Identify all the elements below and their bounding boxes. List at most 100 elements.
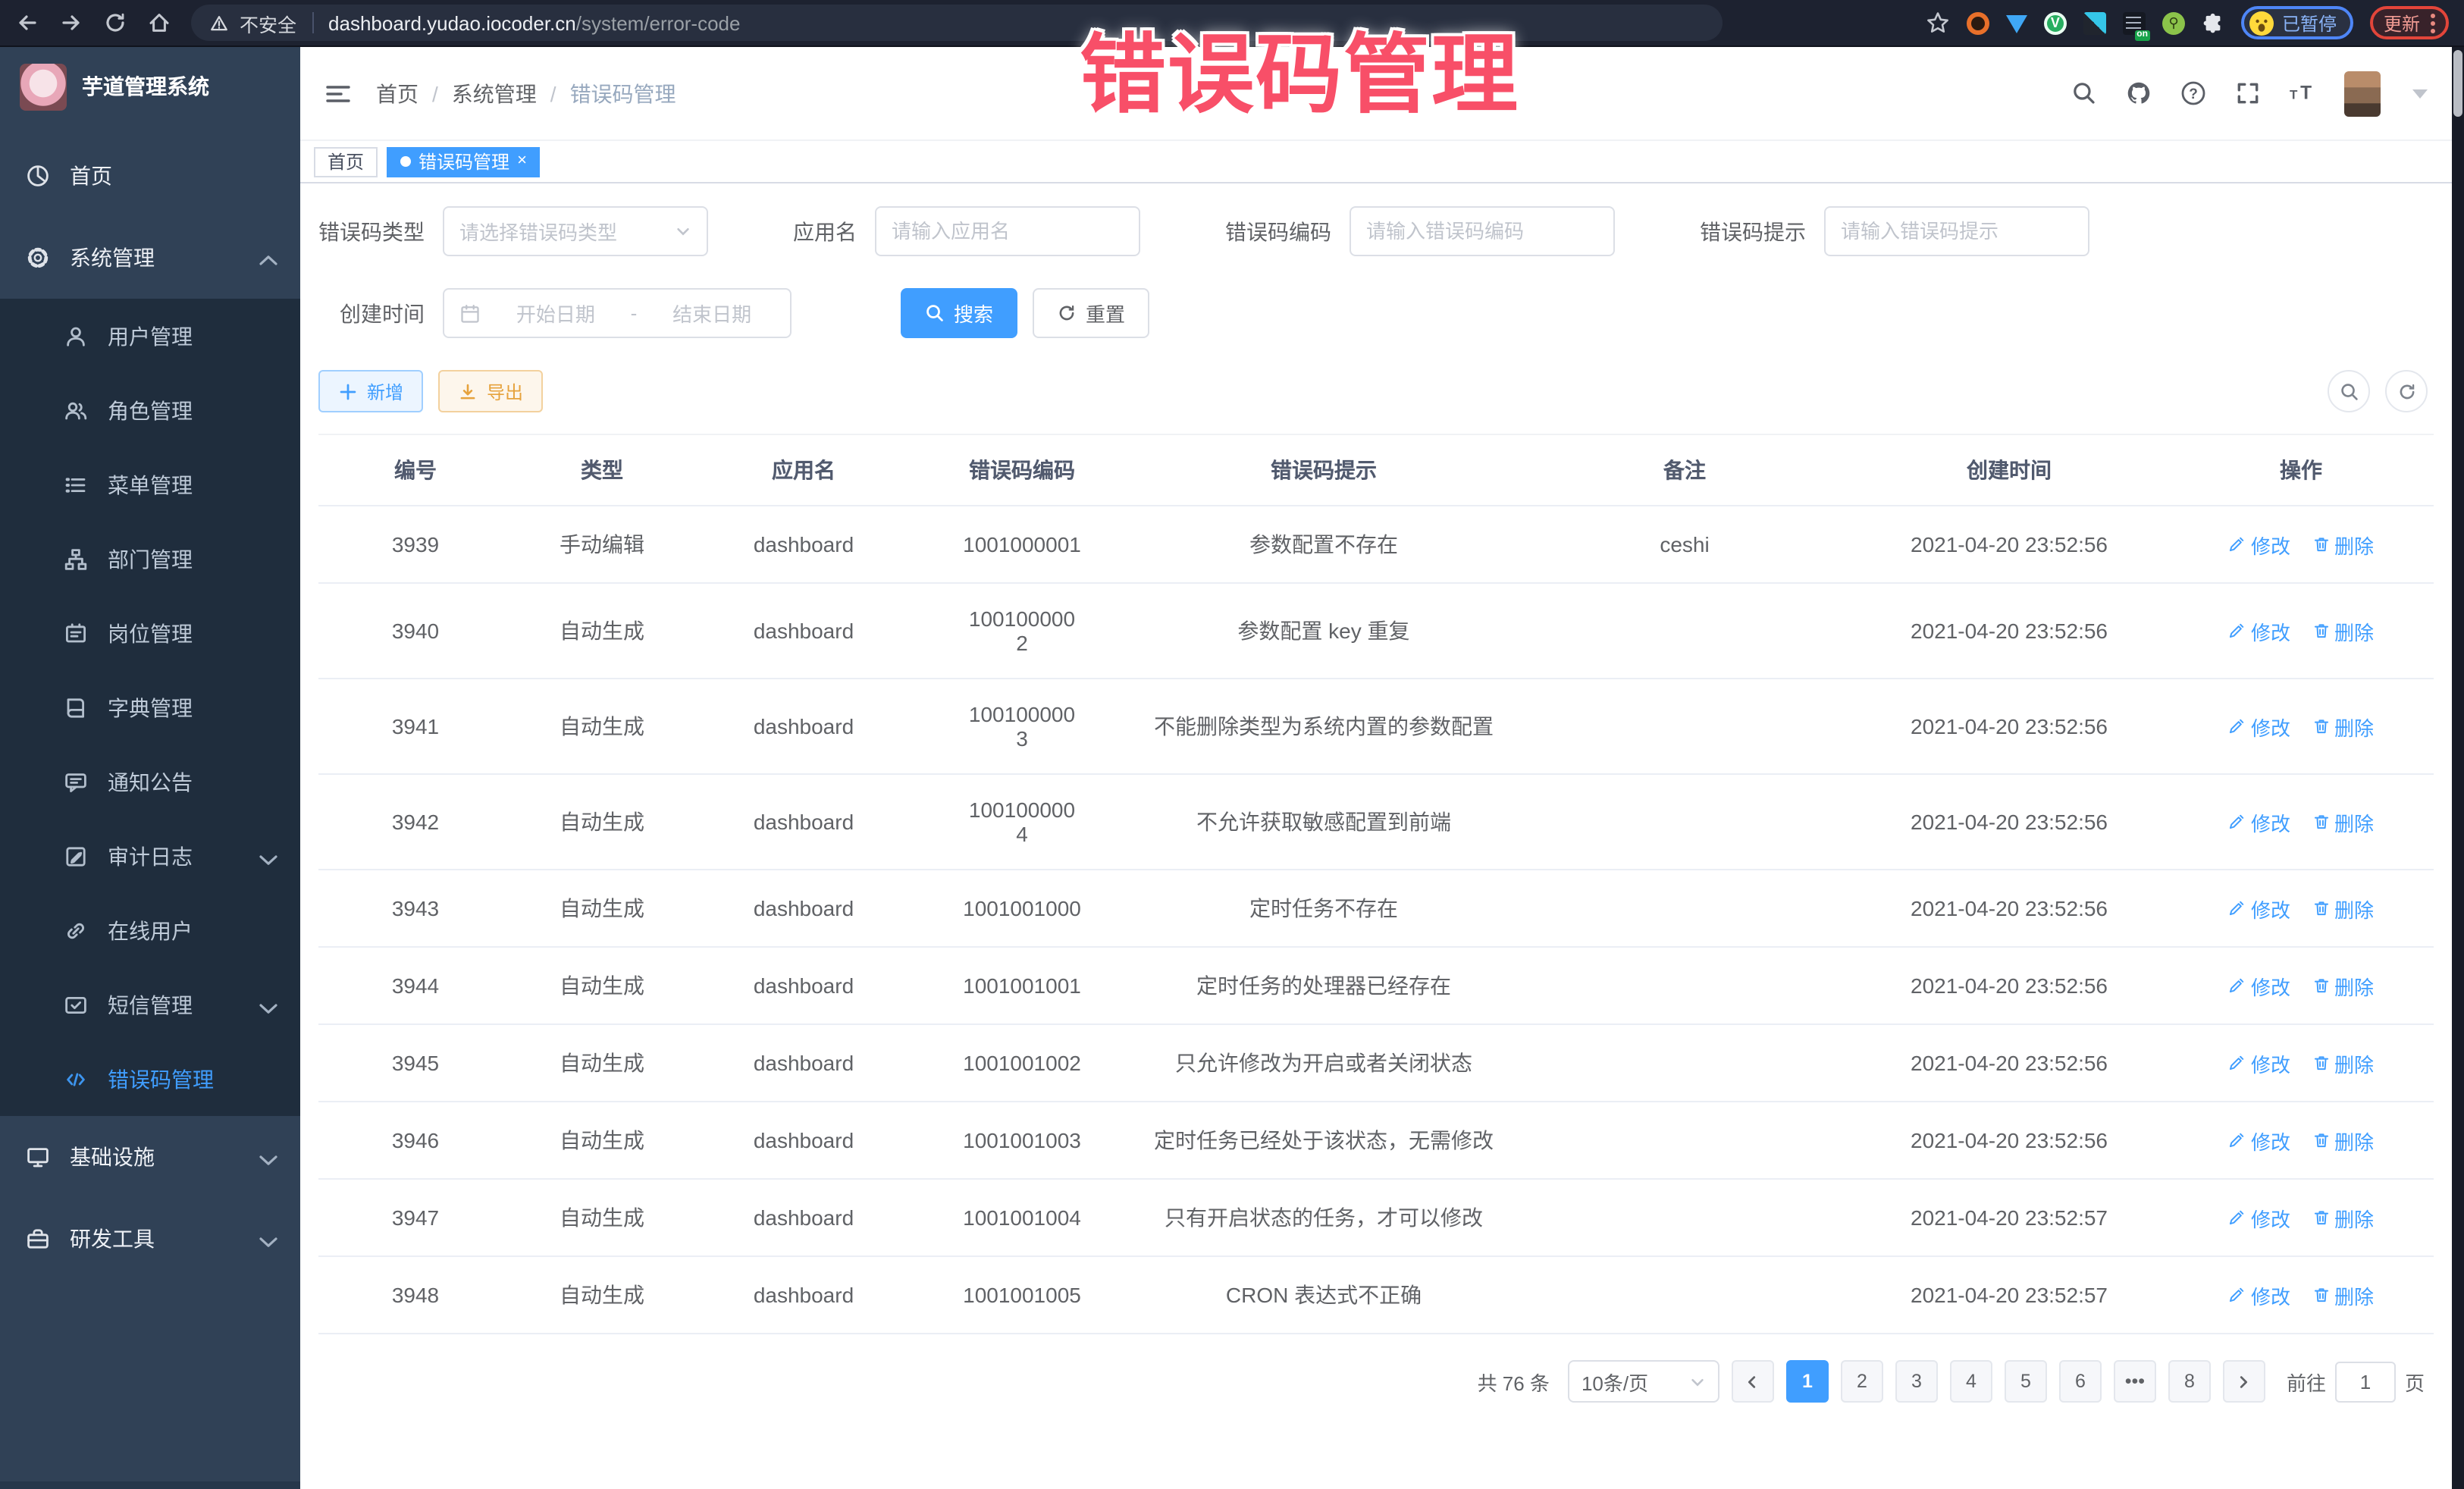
refresh-table-button[interactable] — [2385, 370, 2428, 412]
sidebar-item-用户管理[interactable]: 用户管理 — [0, 299, 300, 373]
sidebar-item-系统管理[interactable]: 系统管理 — [0, 217, 300, 299]
edit-row-link[interactable]: 修改 — [2228, 1203, 2290, 1232]
reload-icon[interactable] — [103, 11, 127, 35]
avatar-caret-icon[interactable] — [2412, 89, 2428, 98]
sidebar-item-研发工具[interactable]: 研发工具 — [0, 1198, 300, 1280]
fullscreen-icon[interactable] — [2235, 80, 2261, 106]
user-avatar[interactable] — [2344, 71, 2381, 116]
error-hint-input[interactable] — [1826, 208, 2088, 255]
edit-row-link[interactable]: 修改 — [2228, 1049, 2290, 1077]
sidebar-item-错误码管理[interactable]: 错误码管理 — [0, 1042, 300, 1116]
extension-orange-icon[interactable] — [1967, 11, 1989, 34]
breadcrumb-item-首页[interactable]: 首页 — [376, 78, 419, 108]
delete-row-link[interactable]: 删除 — [2312, 1203, 2374, 1232]
page-button-8[interactable]: 8 — [2168, 1360, 2211, 1403]
forward-icon[interactable] — [59, 11, 83, 35]
prev-page-button[interactable] — [1732, 1360, 1774, 1403]
sidebar-item-label: 部门管理 — [108, 544, 193, 574]
page-button-1[interactable]: 1 — [1786, 1360, 1829, 1403]
browser-menu-icon[interactable] — [2431, 13, 2435, 33]
sidebar-scrollbar[interactable] — [0, 1481, 300, 1489]
page-button-5[interactable]: 5 — [2005, 1360, 2047, 1403]
show-search-toggle-button[interactable] — [2328, 370, 2370, 412]
sidebar-item-在线用户[interactable]: 在线用户 — [0, 893, 300, 967]
delete-row-link[interactable]: 删除 — [2312, 1049, 2374, 1077]
cell-code: 1001001003 — [916, 1102, 1128, 1179]
next-page-button[interactable] — [2223, 1360, 2265, 1403]
delete-row-link[interactable]: 删除 — [2312, 1126, 2374, 1155]
error-code-input[interactable] — [1351, 208, 1613, 255]
date-range-picker[interactable]: 开始日期 - 结束日期 — [443, 288, 792, 338]
sidebar-item-部门管理[interactable]: 部门管理 — [0, 522, 300, 596]
delete-row-link[interactable]: 删除 — [2312, 807, 2374, 836]
add-button[interactable]: 新增 — [318, 370, 423, 412]
edit-row-link[interactable]: 修改 — [2228, 971, 2290, 1000]
end-date-placeholder[interactable]: 结束日期 — [649, 299, 775, 328]
export-button[interactable]: 导出 — [438, 370, 543, 412]
app-name-input[interactable] — [876, 208, 1139, 255]
delete-row-link[interactable]: 删除 — [2312, 894, 2374, 923]
page-button-3[interactable]: 3 — [1895, 1360, 1938, 1403]
cell-msg: 定时任务不存在 — [1128, 870, 1519, 947]
sidebar-logo-row[interactable]: 芋道管理系统 — [0, 47, 300, 126]
edit-row-link[interactable]: 修改 — [2228, 1126, 2290, 1155]
extension-gem-icon[interactable] — [2006, 15, 2027, 33]
font-size-icon[interactable]: TT — [2290, 80, 2315, 106]
search-icon[interactable] — [2071, 80, 2097, 106]
scrollbar-thumb[interactable] — [2453, 50, 2462, 117]
error-type-select[interactable]: 请选择错误码类型 — [443, 206, 708, 256]
edit-row-link[interactable]: 修改 — [2228, 894, 2290, 923]
edit-row-link[interactable]: 修改 — [2228, 807, 2290, 836]
edit-row-link[interactable]: 修改 — [2228, 1281, 2290, 1309]
reset-button[interactable]: 重置 — [1033, 288, 1149, 338]
cell-code: 1001001001 — [916, 947, 1128, 1024]
extension-list-icon[interactable]: on — [2123, 11, 2146, 34]
extensions-puzzle-icon[interactable] — [2202, 11, 2224, 34]
pager-more-button[interactable]: ••• — [2114, 1360, 2156, 1403]
delete-row-link[interactable]: 删除 — [2312, 530, 2374, 559]
date-range-separator: - — [631, 302, 638, 324]
delete-row-link[interactable]: 删除 — [2312, 712, 2374, 741]
sidebar-item-通知公告[interactable]: 通知公告 — [0, 744, 300, 819]
start-date-placeholder[interactable]: 开始日期 — [493, 299, 619, 328]
tag-首页[interactable]: 首页 — [314, 146, 378, 177]
sidebar-item-角色管理[interactable]: 角色管理 — [0, 373, 300, 447]
delete-row-link[interactable]: 删除 — [2312, 971, 2374, 1000]
page-button-2[interactable]: 2 — [1841, 1360, 1883, 1403]
browser-update-button[interactable]: 更新 — [2370, 6, 2449, 39]
help-icon[interactable]: ? — [2180, 80, 2206, 106]
sidebar-item-岗位管理[interactable]: 岗位管理 — [0, 596, 300, 670]
edit-row-link[interactable]: 修改 — [2228, 616, 2290, 645]
sidebar-item-菜单管理[interactable]: 菜单管理 — [0, 447, 300, 522]
back-icon[interactable] — [15, 11, 39, 35]
window-scrollbar[interactable] — [2452, 47, 2464, 1489]
extension-green-icon[interactable]: V — [2044, 11, 2067, 34]
hamburger-icon[interactable] — [324, 80, 352, 107]
delete-row-link[interactable]: 删除 — [2312, 1281, 2374, 1309]
tag-错误码管理[interactable]: 错误码管理× — [387, 146, 541, 177]
page-button-4[interactable]: 4 — [1950, 1360, 1992, 1403]
page-size-select[interactable]: 10条/页 — [1568, 1360, 1719, 1403]
breadcrumb-item-系统管理[interactable]: 系统管理 — [452, 78, 537, 108]
delete-row-link[interactable]: 删除 — [2312, 616, 2374, 645]
chevron-down-icon — [256, 847, 274, 865]
page-button-6[interactable]: 6 — [2059, 1360, 2102, 1403]
edit-row-link[interactable]: 修改 — [2228, 530, 2290, 559]
bookmark-star-icon[interactable] — [1926, 11, 1950, 35]
close-icon[interactable]: × — [517, 153, 527, 170]
sidebar-item-基础设施[interactable]: 基础设施 — [0, 1116, 300, 1198]
sidebar-item-字典管理[interactable]: 字典管理 — [0, 670, 300, 744]
sidebar-item-短信管理[interactable]: 短信管理 — [0, 967, 300, 1042]
github-icon[interactable] — [2126, 80, 2152, 106]
edit-row-link[interactable]: 修改 — [2228, 712, 2290, 741]
home-icon[interactable] — [147, 11, 171, 35]
extension-grid-icon[interactable] — [2083, 11, 2106, 34]
sidebar-item-首页[interactable]: 首页 — [0, 135, 300, 217]
browser-profile-chip[interactable]: 已暂停 — [2241, 6, 2353, 39]
search-button[interactable]: 搜索 — [901, 288, 1017, 338]
goto-page-input[interactable] — [2335, 1361, 2396, 1402]
address-bar[interactable]: 不安全 dashboard.yudao.iocoder.cn/system/er… — [191, 5, 1723, 41]
cell-app: dashboard — [691, 870, 916, 947]
sidebar-item-审计日志[interactable]: 审计日志 — [0, 819, 300, 893]
extension-key-icon[interactable]: ⚲ — [2162, 11, 2185, 34]
